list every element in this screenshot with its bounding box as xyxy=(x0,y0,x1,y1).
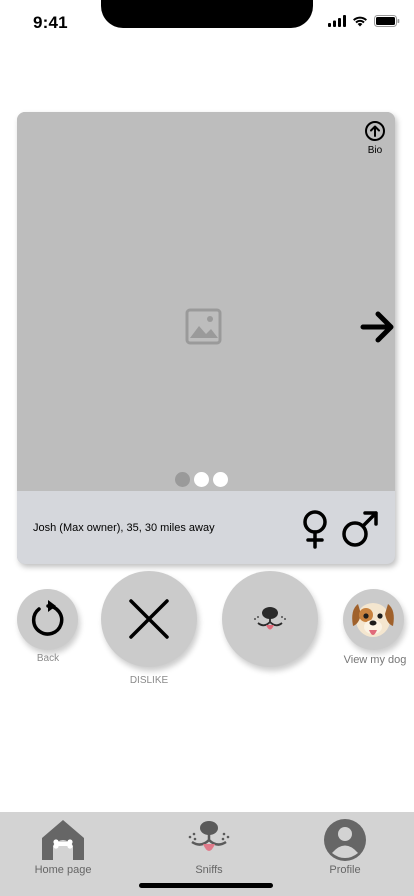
sniff-button[interactable] xyxy=(222,571,318,667)
battery-icon xyxy=(374,15,400,27)
pagination-dot[interactable] xyxy=(213,472,228,487)
user-profile-icon xyxy=(324,819,366,861)
pagination-dot[interactable] xyxy=(194,472,209,487)
view-my-dog-label: View my dog xyxy=(343,654,407,666)
profile-card[interactable]: Bio Josh (Max owner), 35, 30 miles away xyxy=(17,112,395,564)
tab-profile-label: Profile xyxy=(329,864,361,876)
image-placeholder-icon xyxy=(185,308,222,345)
status-icons xyxy=(328,15,400,27)
close-x-icon xyxy=(129,599,169,639)
status-bar: 9:41 xyxy=(0,0,414,44)
back-label: Back xyxy=(36,653,60,664)
tab-home-page[interactable]: Home page xyxy=(8,812,118,896)
back-button[interactable] xyxy=(17,589,78,650)
wifi-icon xyxy=(353,16,367,27)
tab-sniffs-label: Sniffs xyxy=(195,864,223,876)
next-photo-arrow-icon[interactable] xyxy=(360,310,395,344)
profile-photo[interactable]: Bio xyxy=(17,112,395,491)
dislike-button[interactable] xyxy=(101,571,197,667)
female-symbol-icon[interactable] xyxy=(299,509,331,549)
dog-face-icon xyxy=(352,603,394,637)
tab-home-page-label: Home page xyxy=(34,864,92,876)
profile-summary-text: Josh (Max owner), 35, 30 miles away xyxy=(33,522,215,534)
dog-nose-icon xyxy=(188,821,230,851)
photo-pagination xyxy=(175,472,228,487)
status-time: 9:41 xyxy=(33,13,68,32)
dog-nose-icon xyxy=(254,607,286,630)
bio-label: Bio xyxy=(367,145,383,156)
home-indicator xyxy=(139,883,273,888)
device-notch xyxy=(101,0,313,28)
pagination-dot-active[interactable] xyxy=(175,472,190,487)
profile-info-bar: Josh (Max owner), 35, 30 miles away xyxy=(17,491,395,564)
dog-house-icon xyxy=(42,820,84,860)
dislike-label: DISLIKE xyxy=(129,675,169,686)
tab-profile[interactable]: Profile xyxy=(290,812,400,896)
bio-button[interactable]: Bio xyxy=(362,120,388,156)
undo-arrow-icon xyxy=(31,600,64,636)
view-my-dog-button[interactable] xyxy=(343,589,404,650)
arrow-up-circle-icon xyxy=(365,121,385,141)
cellular-signal-icon xyxy=(328,15,346,27)
male-symbol-icon[interactable] xyxy=(340,509,380,549)
